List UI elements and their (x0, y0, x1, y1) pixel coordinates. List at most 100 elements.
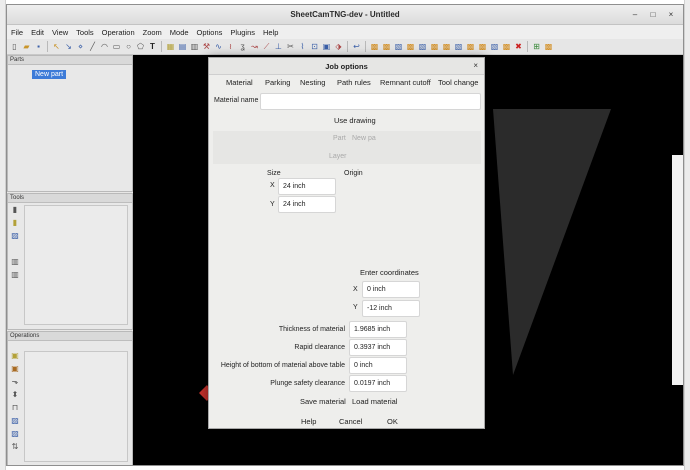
tool-icon[interactable]: ⚒ (201, 41, 212, 52)
tab-nesting[interactable]: Nesting (300, 78, 325, 87)
tab-icon[interactable]: ⊥ (273, 41, 284, 52)
tool-add-icon[interactable]: ▮ (10, 218, 20, 228)
layers-icon[interactable]: ▤ (177, 41, 188, 52)
size-y-field[interactable]: 24 inch (278, 196, 336, 213)
operation-a-icon[interactable]: ▩ (369, 41, 380, 52)
operation-l-icon[interactable]: ▩ (501, 41, 512, 52)
tools-side-toolbar: ▮ ▮ ▨ ▥ ▥ (10, 205, 22, 280)
operation-f-icon[interactable]: ▩ (429, 41, 440, 52)
pointer-icon[interactable]: ↖ (51, 41, 62, 52)
rectangle-icon[interactable]: ▭ (111, 41, 122, 52)
nodes-icon[interactable]: ⋄ (75, 41, 86, 52)
thickness-field[interactable]: 1.9685 inch (349, 321, 407, 338)
polygon-icon[interactable]: ⬠ (135, 41, 146, 52)
material-name-field[interactable] (260, 93, 481, 110)
table-icon[interactable]: ▥ (189, 41, 200, 52)
menu-tools[interactable]: Tools (76, 28, 94, 37)
op-flow-icon[interactable]: ⇅ (10, 442, 20, 452)
rapid-clearance-field[interactable]: 0.3937 inch (349, 339, 407, 356)
tool-copy-icon[interactable]: ▨ (10, 231, 20, 241)
add-icon[interactable]: ⊞ (531, 41, 542, 52)
curve-icon[interactable]: ◠ (99, 41, 110, 52)
tab-material[interactable]: Material (226, 78, 253, 87)
cancel-button[interactable]: Cancel (339, 417, 362, 426)
cut-icon[interactable]: ✂ (285, 41, 296, 52)
path-icon[interactable]: ≀ (225, 41, 236, 52)
operation-h-icon[interactable]: ▧ (453, 41, 464, 52)
operation-g-icon[interactable]: ▩ (441, 41, 452, 52)
plunge-clearance-field[interactable]: 0.0197 inch (349, 375, 407, 392)
lead-in-icon[interactable]: ↝ (249, 41, 260, 52)
operation-k-icon[interactable]: ▧ (489, 41, 500, 52)
settings-icon[interactable]: ▩ (543, 41, 554, 52)
menu-edit[interactable]: Edit (31, 28, 44, 37)
operations-list[interactable] (24, 351, 128, 462)
close-icon[interactable]: × (473, 61, 478, 70)
operation-d-icon[interactable]: ▩ (405, 41, 416, 52)
save-material-button[interactable]: Save material (300, 397, 346, 406)
menu-help[interactable]: Help (263, 28, 278, 37)
tab-tool-change[interactable]: Tool change (438, 78, 478, 87)
wave-icon[interactable]: ∿ (213, 41, 224, 52)
tool-list-icon[interactable]: ▥ (10, 270, 20, 280)
tab-remnant-cutoff[interactable]: Remnant cutoff (380, 78, 431, 87)
menu-view[interactable]: View (52, 28, 68, 37)
op-copy-icon[interactable]: ▨ (10, 416, 20, 426)
delete-icon[interactable]: ✖ (513, 41, 524, 52)
op-view-icon[interactable]: ▨ (10, 429, 20, 439)
engrave-icon[interactable]: ⌇ (297, 41, 308, 52)
save-icon[interactable]: ▪ (33, 41, 44, 52)
drill-icon[interactable]: ⟋ (261, 41, 272, 52)
operation-b-icon[interactable]: ▩ (381, 41, 392, 52)
open-folder-icon[interactable]: ▰ (21, 41, 32, 52)
tool-library-icon[interactable]: ▥ (10, 257, 20, 267)
op-edit-icon[interactable]: ▣ (10, 351, 20, 361)
menu-mode[interactable]: Mode (170, 28, 189, 37)
menu-options[interactable]: Options (197, 28, 223, 37)
toolbar-separator (347, 41, 348, 52)
minimize-icon[interactable]: – (629, 9, 641, 21)
list-item[interactable]: New part (32, 70, 67, 79)
menu-file[interactable]: File (11, 28, 23, 37)
new-file-icon[interactable]: ▯ (9, 41, 20, 52)
material-sheet-shape (493, 109, 611, 375)
op-path-icon[interactable]: ⊓ (10, 403, 20, 413)
operations-panel: Operations ▣ ▣ ⬎ ⬍ ⊓ ▨ ▨ ⇅ ▥ (7, 331, 133, 465)
operation-i-icon[interactable]: ▩ (465, 41, 476, 52)
tool-edit-icon[interactable]: ▮ (10, 205, 20, 215)
load-material-button[interactable]: Load material (352, 397, 397, 406)
zigzag-icon[interactable]: ʓ (237, 41, 248, 52)
use-drawing-button[interactable]: Use drawing (334, 116, 376, 125)
menu-plugins[interactable]: Plugins (230, 28, 255, 37)
measure-icon[interactable]: ⊡ (309, 41, 320, 52)
menu-operation[interactable]: Operation (102, 28, 135, 37)
grid-icon[interactable]: ▦ (165, 41, 176, 52)
bottom-height-field[interactable]: 0 inch (349, 357, 407, 374)
tab-parking[interactable]: Parking (265, 78, 290, 87)
part-value: New pa (352, 135, 376, 142)
undo-icon[interactable]: ↩ (351, 41, 362, 52)
circle-icon[interactable]: ○ (123, 41, 134, 52)
tools-list[interactable] (24, 205, 128, 325)
coord-y-field[interactable]: -12 inch (362, 300, 420, 317)
post-icon[interactable]: ▣ (321, 41, 332, 52)
coord-x-field[interactable]: 0 inch (362, 281, 420, 298)
text-icon[interactable]: T (147, 41, 158, 52)
maximize-icon[interactable]: □ (647, 9, 659, 21)
operation-e-icon[interactable]: ▧ (417, 41, 428, 52)
close-icon[interactable]: × (665, 9, 677, 21)
tab-path-rules[interactable]: Path rules (337, 78, 371, 87)
select-icon[interactable]: ↘ (63, 41, 74, 52)
ok-button[interactable]: OK (387, 417, 398, 426)
operation-c-icon[interactable]: ▧ (393, 41, 404, 52)
operation-j-icon[interactable]: ▩ (477, 41, 488, 52)
help-button[interactable]: Help (301, 417, 316, 426)
background-window-right-edge (684, 0, 690, 470)
mark-icon[interactable]: ⬗ (333, 41, 344, 52)
op-drill-icon[interactable]: ⬍ (10, 390, 20, 400)
line-icon[interactable]: ╱ (87, 41, 98, 52)
menu-zoom[interactable]: Zoom (143, 28, 162, 37)
op-cut-icon[interactable]: ⬎ (10, 377, 20, 387)
size-x-field[interactable]: 24 inch (278, 178, 336, 195)
op-move-icon[interactable]: ▣ (10, 364, 20, 374)
